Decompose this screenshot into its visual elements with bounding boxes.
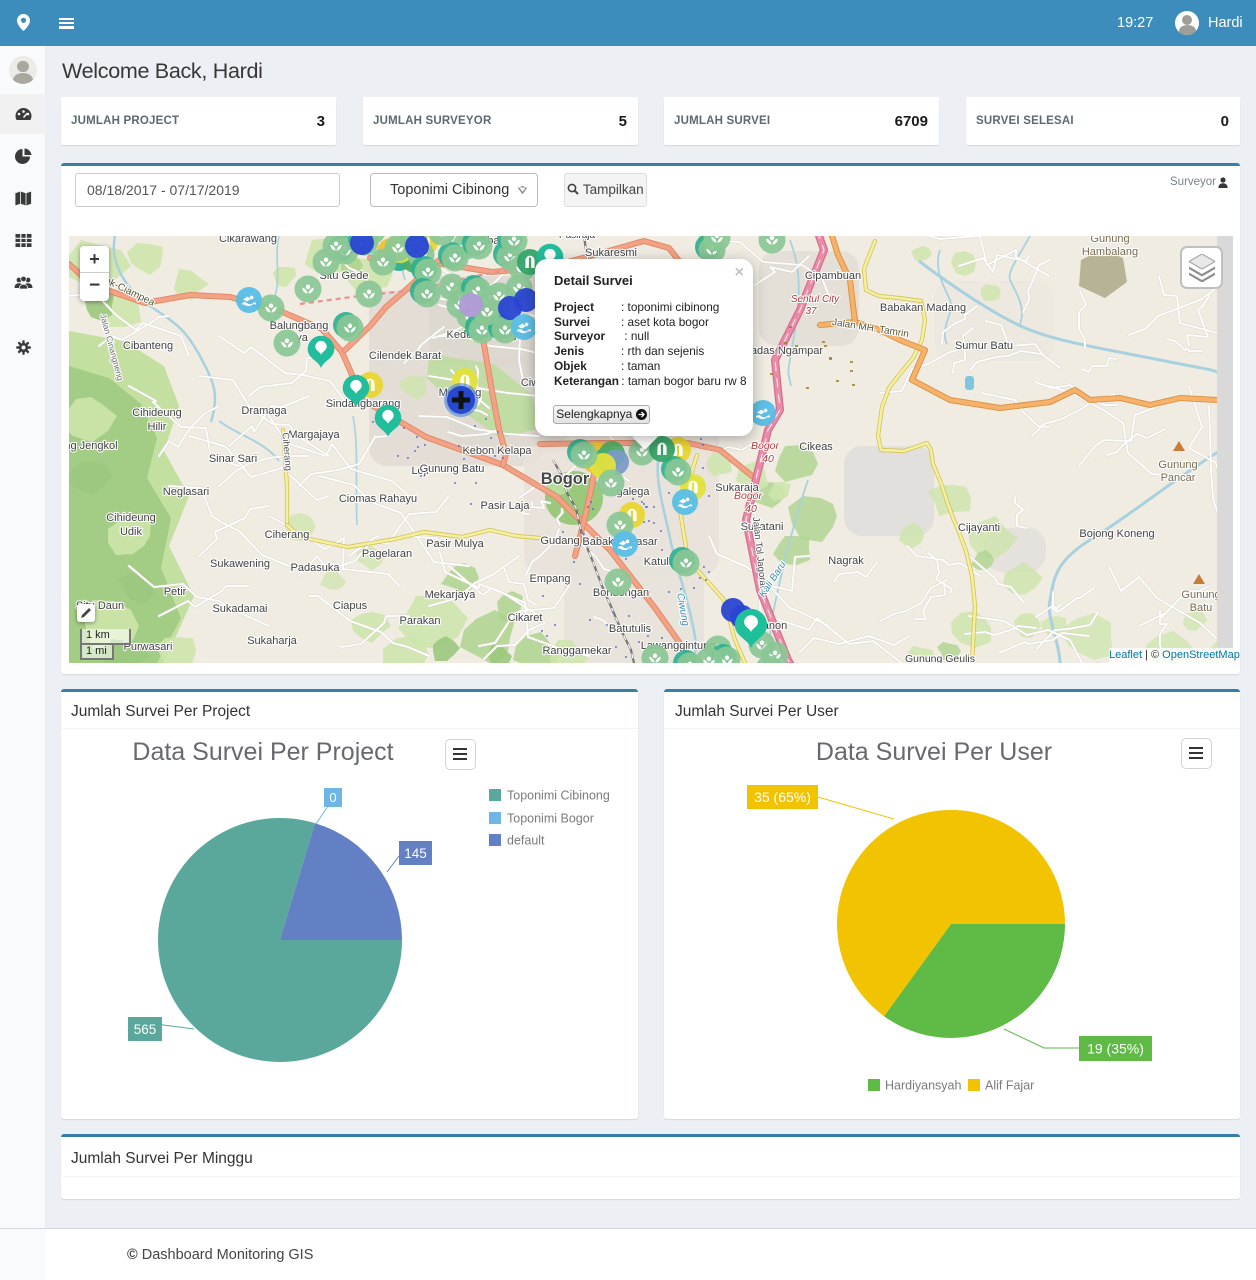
svg-text:565: 565 <box>134 1022 157 1037</box>
svg-text:0: 0 <box>329 790 336 805</box>
svg-text:Hardiyansyah: Hardiyansyah <box>885 1079 961 1093</box>
svg-text:Gunung: Gunung <box>1181 589 1220 601</box>
svg-text:Kebon Kelapa: Kebon Kelapa <box>462 445 532 457</box>
svg-text:Sumur Batu: Sumur Batu <box>955 340 1013 352</box>
svg-text:Margajaya: Margajaya <box>288 429 340 441</box>
svg-text:Parakan: Parakan <box>400 615 441 627</box>
svg-text:Sukaharja: Sukaharja <box>247 635 297 647</box>
svg-text:37: 37 <box>805 306 817 317</box>
svg-text:Cibanteng: Cibanteng <box>123 340 173 352</box>
svg-text:Cipambuan: Cipambuan <box>805 270 861 282</box>
svg-text:Pasir Mulya: Pasir Mulya <box>426 538 484 550</box>
svg-text:Gunung: Gunung <box>1090 236 1129 245</box>
svg-text:Bogor: Bogor <box>734 490 763 502</box>
svg-text:Hilir: Hilir <box>148 421 167 433</box>
svg-text:Sukawening: Sukawening <box>210 558 270 570</box>
svg-text:Ciherang: Ciherang <box>265 529 310 541</box>
svg-text:145: 145 <box>404 846 427 861</box>
svg-text:Ciomas Rahayu: Ciomas Rahayu <box>339 493 417 505</box>
svg-text:40: 40 <box>762 453 774 465</box>
svg-text:Mekarjaya: Mekarjaya <box>425 589 477 601</box>
svg-text:Gunung Geulis: Gunung Geulis <box>905 653 975 663</box>
svg-text:Gunung Batu: Gunung Batu <box>420 463 485 475</box>
svg-text:Alif Fajar: Alif Fajar <box>985 1079 1034 1093</box>
svg-text:default: default <box>507 834 545 848</box>
svg-text:Cikarawang: Cikarawang <box>219 236 277 245</box>
svg-text:Cilendek Barat: Cilendek Barat <box>369 350 441 362</box>
svg-text:Gunung: Gunung <box>1158 459 1197 471</box>
svg-text:Pagelaran: Pagelaran <box>362 548 412 560</box>
svg-text:Bojong Koneng: Bojong Koneng <box>1079 528 1154 540</box>
svg-text:Cihideung: Cihideung <box>132 407 182 419</box>
svg-text:Cikaret: Cikaret <box>508 612 543 624</box>
svg-text:Sinar Sari: Sinar Sari <box>209 453 257 465</box>
svg-text:Pancar: Pancar <box>1161 472 1196 484</box>
svg-text:Pasiraja: Pasiraja <box>559 236 596 241</box>
svg-text:Batutulis: Batutulis <box>609 623 652 635</box>
svg-text:Cijayanti: Cijayanti <box>958 522 1000 534</box>
svg-text:Udik: Udik <box>120 526 143 538</box>
svg-text:Bogor: Bogor <box>541 470 590 488</box>
svg-text:Gudang: Gudang <box>540 535 579 547</box>
svg-text:Cikeas: Cikeas <box>799 441 833 453</box>
svg-text:19 (35%): 19 (35%) <box>1087 1041 1144 1057</box>
svg-text:Batu: Batu <box>1190 602 1213 614</box>
svg-text:Sentul City: Sentul City <box>791 294 840 305</box>
svg-text:Toponimi Bogor: Toponimi Bogor <box>507 812 594 826</box>
svg-text:ng Jengkol: ng Jengkol <box>69 440 118 452</box>
svg-text:Neglasari: Neglasari <box>163 486 209 498</box>
svg-text:Petir: Petir <box>164 586 187 598</box>
svg-text:Nagrak: Nagrak <box>828 555 864 567</box>
svg-text:adas Ngampar: adas Ngampar <box>751 345 823 357</box>
svg-text:Pasir Laja: Pasir Laja <box>481 500 531 512</box>
svg-text:Ciapus: Ciapus <box>333 600 368 612</box>
svg-text:Cihideung: Cihideung <box>106 512 156 524</box>
svg-text:40: 40 <box>745 503 757 515</box>
svg-text:Empang: Empang <box>530 573 571 585</box>
svg-text:Dramaga: Dramaga <box>241 405 287 417</box>
svg-text:Balungbang: Balungbang <box>270 320 329 332</box>
svg-text:Toponimi Cibinong: Toponimi Cibinong <box>507 789 610 803</box>
svg-text:Sukaresmi: Sukaresmi <box>585 247 637 259</box>
svg-text:Bogor: Bogor <box>751 440 780 452</box>
svg-text:Hambalang: Hambalang <box>1082 246 1138 258</box>
svg-text:Babakan Madang: Babakan Madang <box>880 302 966 314</box>
svg-text:Sukadamai: Sukadamai <box>212 603 267 615</box>
svg-text:Ranggamekar: Ranggamekar <box>542 645 611 657</box>
svg-text:Padasuka: Padasuka <box>291 562 341 574</box>
svg-text:35 (65%): 35 (65%) <box>754 789 811 805</box>
